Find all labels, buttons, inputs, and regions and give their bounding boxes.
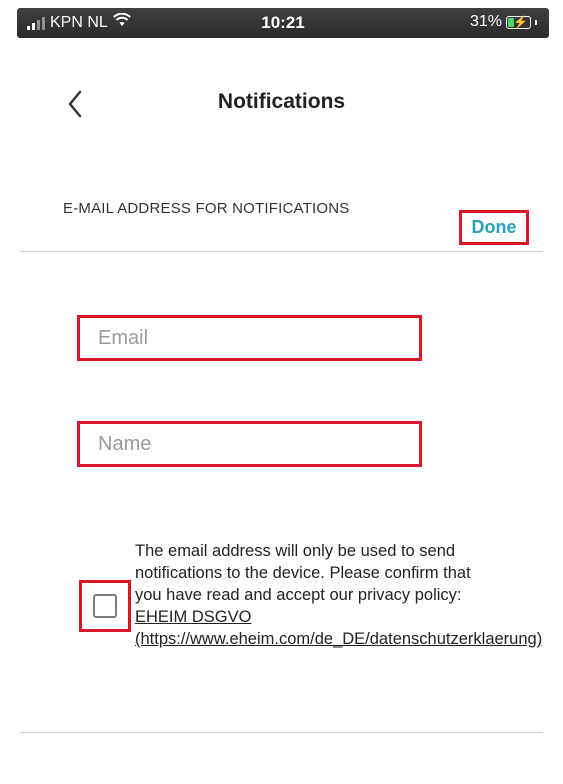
bolt-icon: ⚡ (513, 14, 528, 29)
checkbox-box (93, 594, 117, 618)
name-input[interactable] (80, 424, 419, 464)
status-right: 31% ⚡ (470, 13, 537, 31)
page-title: Notifications (217, 90, 346, 113)
section-header: E-MAIL ADDRESS FOR NOTIFICATIONS (63, 200, 350, 217)
consent-checkbox[interactable] (79, 580, 131, 632)
done-button[interactable]: Done (459, 210, 529, 245)
battery-percent: 31% (469, 13, 502, 30)
divider-top (20, 251, 543, 252)
email-field[interactable] (77, 315, 422, 361)
email-input[interactable] (80, 318, 419, 358)
status-bar: KPN NL 10:21 31% ⚡ (17, 8, 549, 38)
privacy-policy-link[interactable]: EHEIM DSGVO (https://www.eheim.com/de_DE… (135, 608, 542, 648)
battery-tip (535, 19, 537, 25)
name-field[interactable] (77, 421, 422, 467)
divider-bottom (20, 732, 543, 733)
consent-text: The email address will only be used to s… (135, 540, 542, 650)
consent-message: The email address will only be used to s… (135, 542, 471, 604)
battery-charging-icon: ⚡ (506, 14, 531, 29)
